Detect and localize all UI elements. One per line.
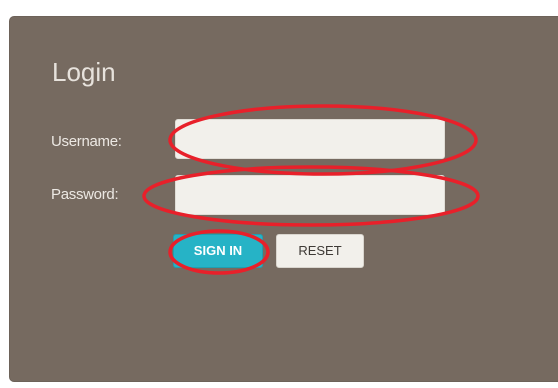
password-input[interactable] xyxy=(175,175,445,215)
login-title: Login xyxy=(52,57,116,87)
username-input[interactable] xyxy=(175,119,445,159)
username-label: Username: xyxy=(51,133,122,150)
reset-button[interactable]: RESET xyxy=(276,234,364,268)
sign-in-button[interactable]: SIGN IN xyxy=(173,234,263,268)
screenshot-frame: Login Username: Password: SIGN IN RESET xyxy=(0,0,558,388)
password-label: Password: xyxy=(51,186,119,203)
